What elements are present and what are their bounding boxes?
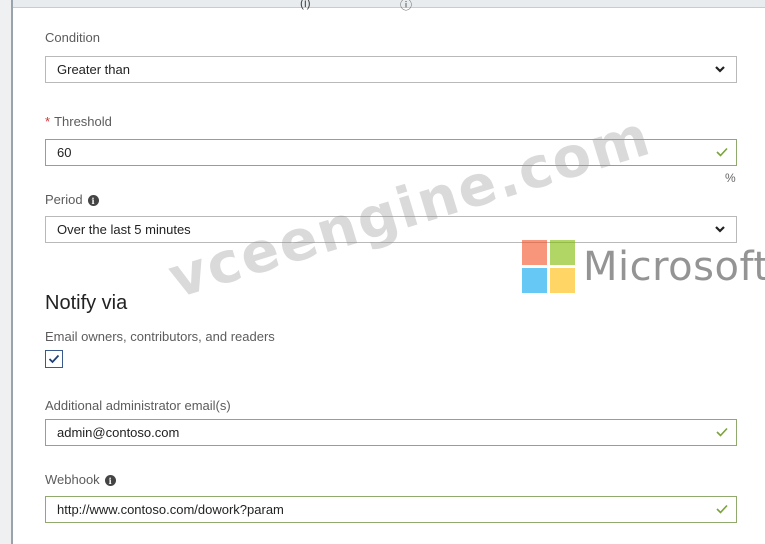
info-icon[interactable]: i <box>87 195 99 207</box>
period-select[interactable]: Over the last 5 minutes <box>45 216 737 243</box>
checkmark-icon <box>716 147 728 157</box>
header-fragment: (i) <box>300 0 311 10</box>
required-marker: * <box>45 114 51 129</box>
left-rail <box>0 0 13 544</box>
logo-square <box>550 240 575 265</box>
threshold-input[interactable]: 60 <box>45 139 737 166</box>
notify-section-title: Notify via <box>45 292 128 314</box>
microsoft-logo-text: Microsoft <box>583 243 765 290</box>
condition-select[interactable]: Greater than <box>45 56 737 83</box>
admin-email-input[interactable]: admin@contoso.com <box>45 419 737 446</box>
period-label: Period i <box>45 192 99 207</box>
period-value: Over the last 5 minutes <box>57 222 191 237</box>
webhook-value: http://www.contoso.com/dowork?param <box>57 502 284 517</box>
info-icon[interactable]: i <box>104 475 116 487</box>
window-top-strip: (i) ⓘ <box>0 0 765 12</box>
email-owners-label: Email owners, contributors, and readers <box>45 329 275 344</box>
admin-email-value: admin@contoso.com <box>57 425 180 440</box>
admin-email-label: Additional administrator email(s) <box>45 398 231 413</box>
watermark-text: vceengine.com <box>161 103 659 312</box>
logo-square <box>522 268 547 293</box>
checkmark-icon <box>716 427 728 437</box>
threshold-label: * Threshold <box>45 114 112 129</box>
condition-label: Condition <box>45 30 100 45</box>
logo-square <box>522 240 547 265</box>
logo-square <box>550 268 575 293</box>
header-fragment-icon: ⓘ <box>400 0 413 12</box>
condition-value: Greater than <box>57 62 130 77</box>
chevron-down-icon <box>715 226 725 233</box>
microsoft-logo-icon <box>522 240 575 293</box>
checkmark-icon <box>716 504 728 514</box>
threshold-value: 60 <box>57 145 72 160</box>
chevron-down-icon <box>715 66 725 73</box>
checkmark-icon <box>48 354 60 364</box>
webhook-input[interactable]: http://www.contoso.com/dowork?param <box>45 496 737 523</box>
microsoft-logo: Microsoft <box>522 240 765 293</box>
threshold-unit: % <box>725 171 736 185</box>
email-owners-checkbox[interactable] <box>45 350 63 368</box>
webhook-label: Webhook i <box>45 472 116 487</box>
